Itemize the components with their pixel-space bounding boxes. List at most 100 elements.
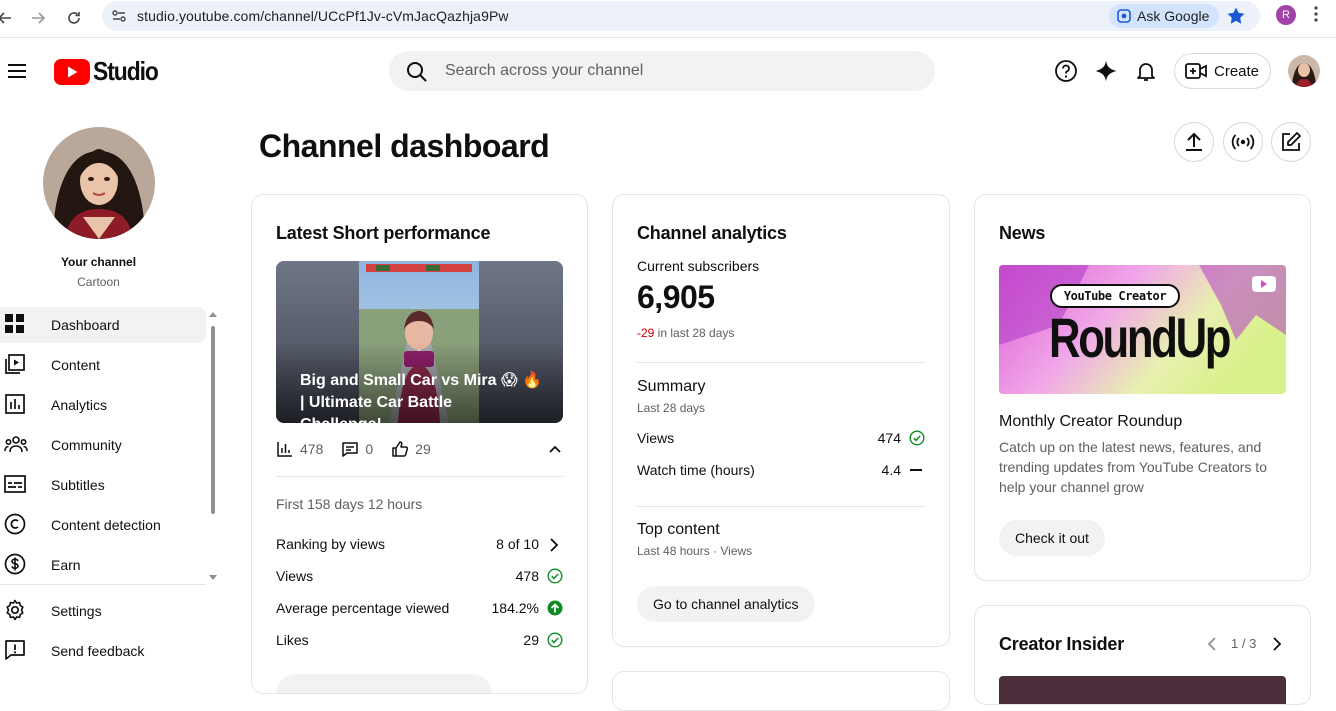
check-circle-icon	[547, 568, 563, 584]
menu-icon[interactable]	[6, 60, 28, 82]
sidebar-item-dashboard[interactable]: Dashboard	[0, 307, 206, 343]
chevron-right-icon[interactable]	[1270, 636, 1284, 652]
create-video-icon	[1185, 62, 1207, 80]
channel-name: Cartoon	[77, 275, 120, 289]
chevron-up-icon[interactable]	[547, 441, 563, 457]
partial-button[interactable]	[276, 674, 492, 693]
search-bar[interactable]	[389, 51, 935, 91]
creator-insider-card: Creator Insider 1 / 3	[974, 605, 1311, 705]
dash-icon	[910, 469, 922, 471]
scroll-down-arrow[interactable]	[209, 575, 217, 580]
subscribers-count: 6,905	[637, 279, 715, 315]
likes-label: Likes	[276, 632, 309, 648]
content-icon	[4, 353, 26, 375]
search-icon[interactable]	[405, 60, 429, 84]
ask-google-label: Ask Google	[1137, 8, 1210, 24]
divider	[276, 476, 563, 477]
logo-text: Studio	[93, 56, 159, 86]
browser-profile-avatar[interactable]: R	[1276, 5, 1296, 25]
card-title: Latest Short performance	[276, 223, 491, 243]
arrow-up-circle-icon	[547, 600, 563, 616]
bookmark-star-icon[interactable]	[1226, 6, 1246, 26]
check-it-out-button[interactable]: Check it out	[999, 520, 1105, 556]
url-text[interactable]: studio.youtube.com/channel/UCcPf1Jv-cVmJ…	[137, 8, 509, 24]
reload-icon[interactable]	[61, 5, 87, 31]
analytics-icon	[4, 393, 26, 415]
chevron-right-icon[interactable]	[547, 537, 561, 553]
create-button[interactable]: Create	[1174, 53, 1271, 89]
sidebar-item-label: Content detection	[51, 517, 161, 533]
card-title: Channel analytics	[637, 223, 787, 243]
news-image-badge: YouTube Creator	[1063, 289, 1167, 303]
studio-logo[interactable]: Studio	[54, 56, 167, 87]
card-title: News	[999, 223, 1046, 243]
likes-count: 29	[415, 441, 431, 457]
subs-change-value: -29	[637, 326, 655, 340]
short-stats: 478 0 29	[276, 439, 563, 459]
go-live-button[interactable]	[1223, 122, 1263, 162]
sidebar-item-send-feedback[interactable]: Send feedback	[0, 633, 206, 669]
sidebar-item-community[interactable]: Community	[0, 427, 206, 463]
sidebar-item-content-detection[interactable]: Content detection	[0, 507, 206, 543]
sidebar-item-label: Earn	[51, 557, 81, 573]
browser-menu-icon[interactable]	[1314, 6, 1318, 22]
address-bar[interactable]: studio.youtube.com/channel/UCcPf1Jv-cVmJ…	[102, 1, 1260, 31]
sidebar-scrollbar[interactable]	[211, 326, 215, 514]
summary-views-value: 474	[877, 430, 901, 446]
short-title[interactable]: Big and Small Car vs Mira 😱 🔥 | Ultimate…	[300, 370, 550, 423]
watch-time-label: Watch time (hours)	[637, 462, 755, 478]
period-label: First 158 days 12 hours	[276, 496, 423, 512]
watch-time-value: 4.4	[881, 462, 901, 478]
top-content-title: Top content	[637, 521, 720, 538]
dashboard-icon	[4, 313, 26, 335]
scroll-up-arrow[interactable]	[209, 312, 217, 317]
sparkle-icon[interactable]	[1093, 58, 1119, 84]
sidebar-item-subtitles[interactable]: Subtitles	[0, 467, 206, 503]
stat-views: 478	[276, 440, 323, 458]
gear-icon	[4, 599, 26, 621]
divider	[637, 506, 925, 507]
check-circle-icon	[909, 430, 925, 446]
help-icon[interactable]	[1053, 58, 1079, 84]
subtitles-icon	[4, 473, 26, 495]
browser-toolbar: studio.youtube.com/channel/UCcPf1Jv-cVmJ…	[0, 0, 1336, 38]
sidebar-item-label: Community	[51, 437, 122, 453]
channel-label: Your channel	[60, 255, 137, 269]
channel-avatar[interactable]	[43, 127, 155, 239]
chevron-left-icon[interactable]	[1205, 636, 1219, 652]
sidebar-item-settings[interactable]: Settings	[0, 593, 206, 629]
sidebar-item-label: Send feedback	[51, 643, 145, 659]
creator-insider-thumbnail[interactable]	[999, 676, 1286, 704]
short-thumbnail[interactable]: Big and Small Car vs Mira 😱 🔥 | Ultimate…	[276, 261, 563, 423]
back-icon[interactable]	[0, 5, 18, 31]
sidebar-item-label: Content	[51, 357, 101, 373]
site-settings-icon[interactable]	[111, 8, 127, 24]
create-post-button[interactable]	[1271, 122, 1311, 162]
views-value: 478	[515, 568, 539, 584]
news-headline[interactable]: Monthly Creator Roundup	[999, 413, 1182, 431]
upload-button[interactable]	[1174, 122, 1214, 162]
views-label: Views	[276, 568, 314, 584]
account-avatar[interactable]	[1288, 55, 1320, 87]
youtube-play-icon	[54, 58, 90, 85]
latest-short-card: Latest Short performance Big and Small C…	[251, 194, 588, 694]
notifications-bell-icon[interactable]	[1133, 58, 1159, 84]
search-input[interactable]	[445, 51, 915, 91]
feedback-icon	[4, 639, 26, 661]
thumbs-up-icon	[391, 440, 409, 458]
ranking-value: 8 of 10	[496, 536, 539, 552]
sidebar-item-label: Subtitles	[51, 477, 105, 493]
sidebar-item-content[interactable]: Content	[0, 347, 206, 383]
comments-count: 0	[365, 441, 374, 457]
news-image[interactable]: YouTube Creator RoundUp	[999, 265, 1286, 394]
dollar-icon	[4, 553, 26, 575]
lens-icon	[1117, 9, 1131, 23]
forward-icon[interactable]	[25, 5, 51, 31]
sidebar-item-earn[interactable]: Earn	[0, 547, 206, 583]
sidebar-item-analytics[interactable]: Analytics	[0, 387, 206, 423]
news-card: News YouTube Creator RoundUp Monthly Cre…	[974, 194, 1311, 581]
go-to-analytics-button[interactable]: Go to channel analytics	[637, 586, 815, 622]
upload-icon	[1183, 131, 1205, 153]
next-card-partial	[612, 671, 950, 711]
ask-google-button[interactable]: Ask Google	[1109, 4, 1220, 28]
